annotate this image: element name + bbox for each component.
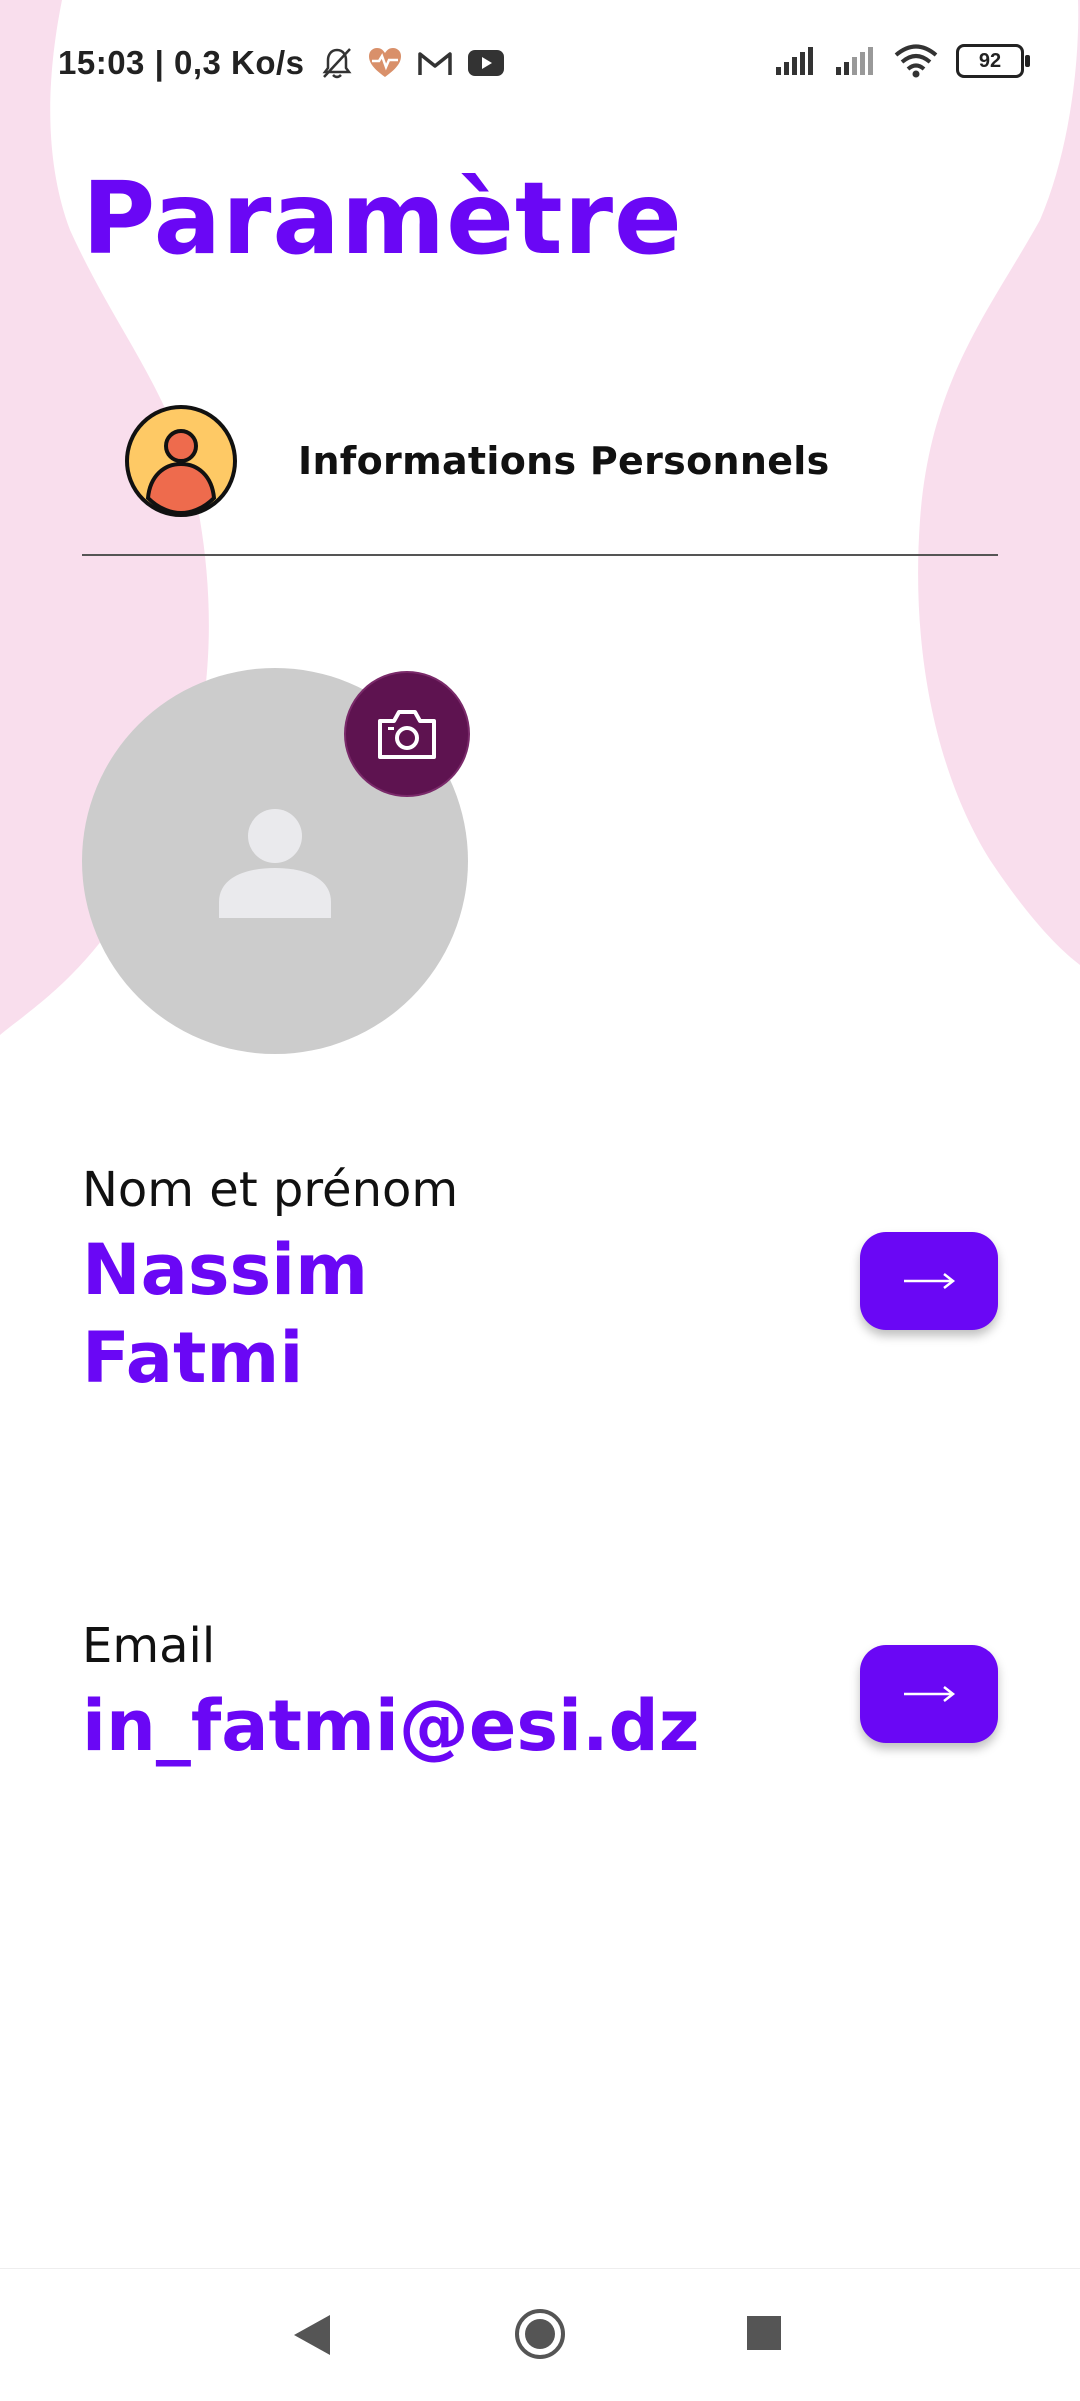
- battery-level: 92: [978, 49, 1002, 72]
- person-placeholder-icon: [219, 809, 331, 918]
- signal-icon: [776, 47, 813, 75]
- name-value: Nassim Fatmi: [82, 1229, 369, 1399]
- status-time-speed: 15:03 | 0,3 Ko/s: [58, 44, 305, 81]
- health-heart-icon: [368, 48, 401, 77]
- recents-icon[interactable]: [746, 2315, 782, 2351]
- status-left: 15:03 | 0,3 Ko/s: [58, 44, 505, 82]
- gmail-icon: [417, 52, 452, 75]
- page-title: Paramètre: [82, 160, 683, 277]
- user-avatar-icon: [125, 405, 237, 517]
- edit-name-button[interactable]: [860, 1232, 998, 1330]
- wifi-icon: [894, 44, 938, 78]
- battery-icon: 92: [956, 44, 1030, 78]
- arrow-right-icon: [904, 1273, 956, 1289]
- change-photo-button[interactable]: [344, 671, 470, 797]
- email-value: in_fatmi@esi.dz: [82, 1685, 700, 1767]
- arrow-right-icon: [904, 1686, 956, 1702]
- section-divider: [82, 554, 998, 556]
- status-right: 92: [774, 44, 1030, 78]
- youtube-icon: [467, 50, 504, 76]
- section-header: Informations Personnels: [124, 404, 830, 518]
- name-label: Nom et prénom: [82, 1162, 459, 1218]
- camera-icon: [378, 710, 436, 759]
- home-icon[interactable]: [513, 2307, 567, 2361]
- edit-email-button[interactable]: [860, 1645, 998, 1743]
- signal-icon-2: [836, 47, 873, 75]
- section-title: Informations Personnels: [298, 439, 830, 483]
- email-label: Email: [82, 1618, 216, 1674]
- system-navigation-bar: [0, 2268, 1080, 2401]
- status-bar: 15:03 | 0,3 Ko/s 92: [0, 0, 1080, 130]
- notification-icons: [321, 46, 505, 80]
- back-icon[interactable]: [290, 2311, 334, 2359]
- mute-bell-icon: [322, 48, 352, 79]
